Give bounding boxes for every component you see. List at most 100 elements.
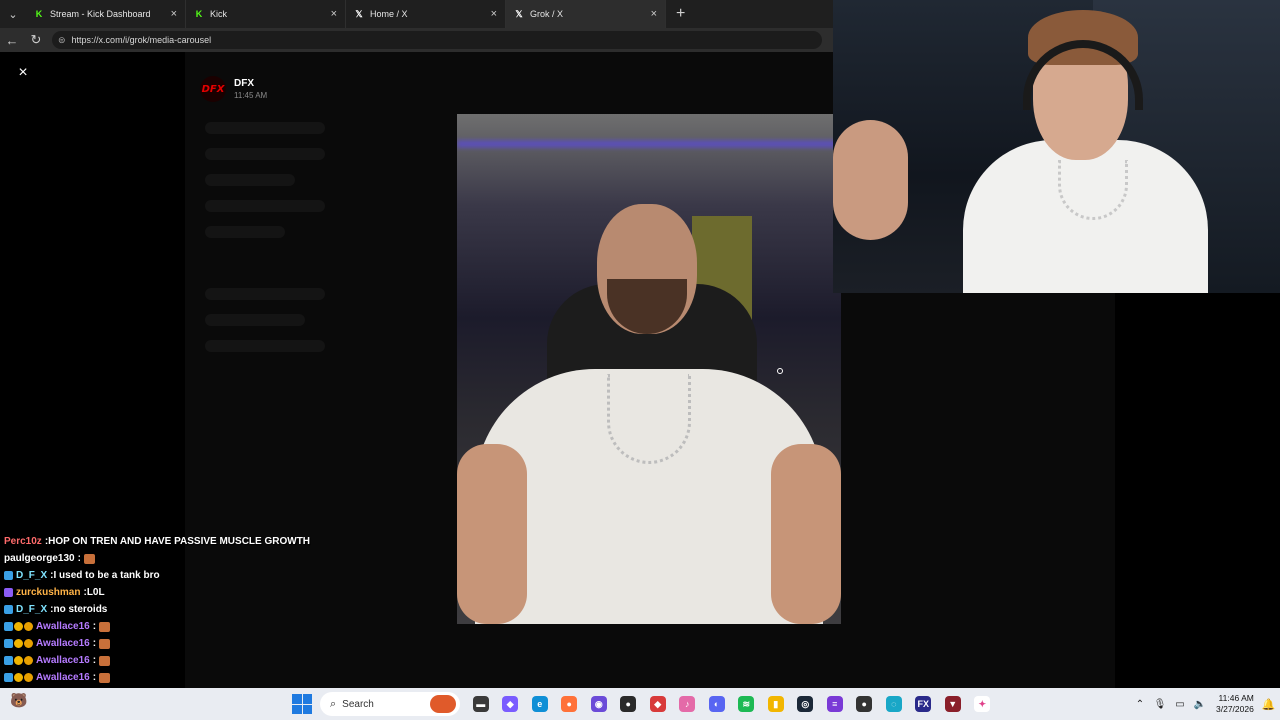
chat-username[interactable]: paulgeorge130	[4, 553, 75, 564]
mouse-cursor	[777, 368, 783, 374]
chat-emote-icon	[99, 621, 111, 632]
new-tab-button[interactable]: +	[676, 5, 685, 23]
x-icon: 𝕏	[515, 9, 523, 19]
chat-message: D_F_X: no steroids	[4, 601, 334, 618]
gift-badge-icon	[14, 673, 23, 682]
app-color-icon[interactable]: ✦	[968, 688, 998, 720]
post-header: DFX DFX 11:45 AM	[200, 76, 267, 102]
chat-username[interactable]: D_F_X	[16, 604, 47, 615]
gift-badge-icon	[14, 639, 23, 648]
clock[interactable]: 11:46 AM 3/27/2026	[1216, 693, 1254, 715]
mic-icon[interactable]: 🎙	[1150, 699, 1170, 710]
sub-badge-icon	[4, 622, 13, 631]
chat-username[interactable]: zurckushman	[16, 587, 80, 598]
browser-tab[interactable]: 𝕏 Grok / X ×	[506, 0, 666, 28]
app-dark-icon[interactable]: ●	[850, 688, 880, 720]
avatar[interactable]: DFX	[200, 76, 226, 102]
chat-text: I used to be a tank bro	[53, 570, 160, 581]
close-icon[interactable]: ×	[491, 8, 497, 20]
steam-icon[interactable]: ◎	[791, 688, 821, 720]
start-button[interactable]	[292, 694, 312, 714]
back-arrow-icon[interactable]: ←	[0, 33, 24, 48]
x-icon: 𝕏	[355, 9, 363, 19]
tab-label: Stream - Kick Dashboard	[50, 9, 151, 19]
sub-badge-icon	[4, 639, 13, 648]
chat-emote-icon	[99, 638, 111, 649]
browser-tabbar: ⌄ K Stream - Kick Dashboard × K Kick × 𝕏 Home /…	[0, 0, 833, 28]
close-icon[interactable]: ×	[331, 8, 337, 20]
chat-username[interactable]: Awallace16	[36, 621, 90, 632]
gift-badge-icon	[14, 622, 23, 631]
app-purple-icon[interactable]: ◉	[584, 688, 614, 720]
browser-address-bar: ← ↻ ⊜ https://x.com/i/grok/media-carouse…	[0, 28, 833, 52]
search-highlight-icon	[430, 695, 456, 713]
tab-label: Home / X	[370, 9, 408, 19]
vip-badge-icon	[24, 622, 33, 631]
vip-badge-icon	[24, 656, 33, 665]
chat-emote-icon	[99, 655, 111, 666]
tab-label: Grok / X	[530, 9, 564, 19]
chat-username[interactable]: D_F_X	[16, 570, 47, 581]
volume-icon[interactable]: 🔈	[1190, 699, 1210, 710]
url-input[interactable]: ⊜ https://x.com/i/grok/media-carousel	[52, 31, 822, 49]
sub-badge-icon	[4, 571, 13, 580]
browser-tab[interactable]: 𝕏 Home / X ×	[346, 0, 506, 28]
chat-emote-icon	[83, 553, 95, 564]
chat-separator: :	[77, 553, 81, 564]
chat-text: no steroids	[53, 604, 108, 615]
url-text: https://x.com/i/grok/media-carousel	[71, 35, 212, 45]
close-icon[interactable]: ×	[14, 64, 32, 82]
obs-icon[interactable]: ●	[614, 688, 644, 720]
vip-badge-icon	[24, 639, 33, 648]
discord-icon[interactable]: ◐	[702, 688, 732, 720]
reload-icon[interactable]: ↻	[24, 32, 48, 48]
gift-badge-icon	[14, 656, 23, 665]
site-info-icon[interactable]: ⊜	[58, 35, 66, 46]
sub-badge-icon	[4, 656, 13, 665]
kick-icon: K	[35, 9, 43, 19]
app-teal-icon[interactable]: ◌	[879, 688, 909, 720]
spotify-icon[interactable]: ≋	[732, 688, 762, 720]
close-icon[interactable]: ×	[171, 8, 177, 20]
close-icon[interactable]: ×	[651, 8, 657, 20]
chat-username[interactable]: Awallace16	[36, 672, 90, 683]
copilot-icon[interactable]: ◆	[496, 688, 526, 720]
network-icon[interactable]: ▭	[1170, 699, 1190, 710]
taskbar-search[interactable]: ⌕ Search	[320, 692, 460, 716]
fx-icon[interactable]: FX	[909, 688, 939, 720]
chat-text: HOP ON TREN AND HAVE PASSIVE MUSCLE GROW…	[48, 536, 311, 547]
firefox-icon[interactable]: ●	[555, 688, 585, 720]
folder-icon[interactable]: ▮	[761, 688, 791, 720]
chevron-up-icon[interactable]: ⌃	[1130, 699, 1150, 710]
weather-icon[interactable]: 🐻	[10, 692, 36, 716]
bell-icon[interactable]: 🔔	[1262, 698, 1276, 711]
browser-tab[interactable]: K Stream - Kick Dashboard ×	[26, 0, 186, 28]
clock-date: 3/27/2026	[1216, 704, 1254, 714]
search-icon: ⌕	[330, 697, 337, 710]
app-maroon-icon[interactable]: ▼	[938, 688, 968, 720]
chat-separator: :	[92, 621, 97, 632]
chat-username[interactable]: Awallace16	[36, 655, 90, 666]
chat-message: zurckushman: L0L	[4, 584, 334, 601]
chevron-down-icon[interactable]: ⌄	[0, 1, 26, 27]
edge-icon[interactable]: e	[525, 688, 555, 720]
app-red-icon[interactable]: ◆	[643, 688, 673, 720]
chat-username[interactable]: Awallace16	[36, 638, 90, 649]
chat-separator: :	[92, 638, 97, 649]
chat-separator: :	[92, 672, 97, 683]
post-author[interactable]: DFX	[234, 78, 267, 89]
app-stack-icon[interactable]: ≡	[820, 688, 850, 720]
chat-message: Awallace16:	[4, 635, 334, 652]
chat-username[interactable]: Perc10z	[4, 536, 42, 547]
itunes-icon[interactable]: ♪	[673, 688, 703, 720]
file-explorer-icon[interactable]: ▬	[466, 688, 496, 720]
chat-emote-icon	[99, 672, 111, 683]
browser-tab[interactable]: K Kick ×	[186, 0, 346, 28]
chat-message: Perc10z: HOP ON TREN AND HAVE PASSIVE MU…	[4, 533, 334, 550]
sub-badge-icon	[4, 605, 13, 614]
tab-label: Kick	[210, 9, 228, 19]
chat-separator: :	[92, 655, 97, 666]
media-image[interactable]	[457, 114, 841, 624]
chat-message: Awallace16:	[4, 669, 334, 686]
search-label: Search	[342, 698, 374, 710]
